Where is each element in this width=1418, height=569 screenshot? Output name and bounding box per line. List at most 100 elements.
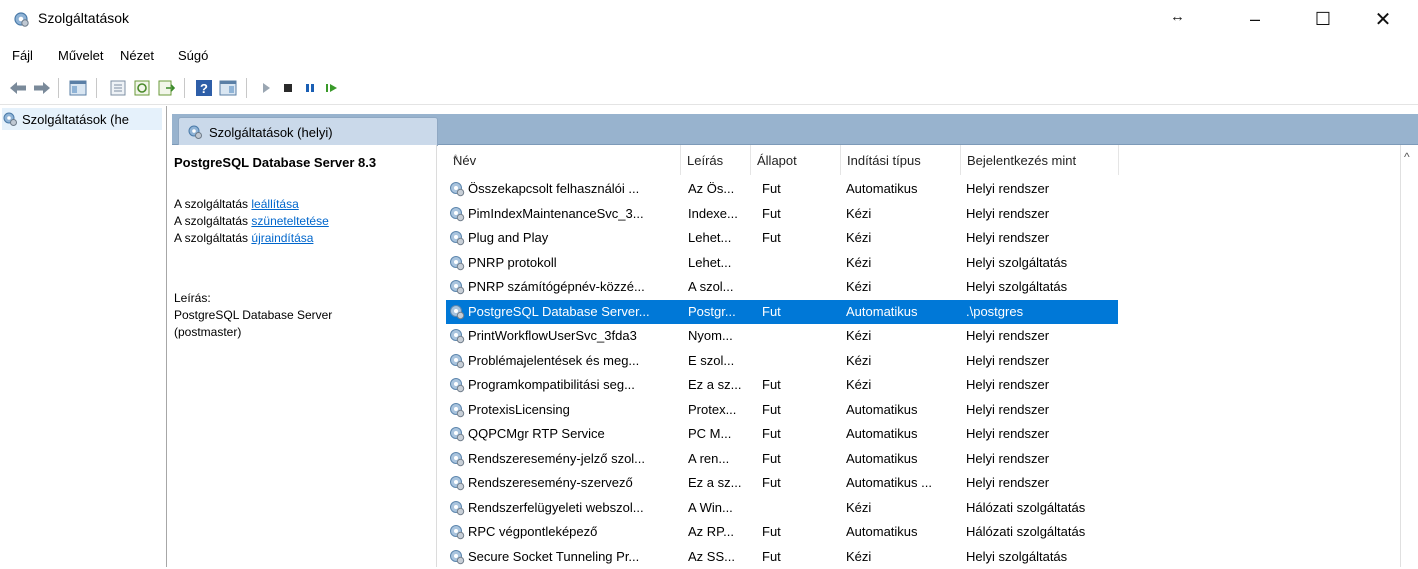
menu-help[interactable]: Súgó xyxy=(178,48,208,63)
properties-icon[interactable] xyxy=(108,78,128,98)
cell-startup: Automatikus xyxy=(846,401,918,417)
service-gear-icon xyxy=(448,327,466,345)
cell-name: ProtexisLicensing xyxy=(468,401,570,417)
table-row[interactable]: PNRP számítógépnév-közzé... A szol... Kézi… xyxy=(446,275,1118,299)
cell-name: RPC végpontleképező xyxy=(468,524,598,539)
service-detail-pane: PostgreSQL Database Server 8.3 A szolgál… xyxy=(172,145,437,567)
column-header-status-label: Állapot xyxy=(757,153,797,168)
restart-service-link[interactable]: újraindítása xyxy=(251,231,313,245)
service-gear-icon xyxy=(448,548,466,566)
restart-service-icon[interactable] xyxy=(322,78,342,98)
table-row[interactable]: PostgreSQL Database Server... Postgr... Fu… xyxy=(446,299,1118,324)
start-service-icon[interactable] xyxy=(256,78,276,98)
cell-startup: Kézi xyxy=(846,205,872,221)
table-row[interactable]: Secure Socket Tunneling Pr... Az SS... Fut… xyxy=(446,545,1118,569)
column-header-name[interactable]: Név ^ xyxy=(446,145,681,175)
table-row[interactable]: Rendszeresemény-szervező Ez a sz... Fut Aut… xyxy=(446,471,1118,495)
service-gear-icon xyxy=(448,205,466,223)
column-header-startup-type-label: Indítási típus xyxy=(847,153,921,168)
cell-desc: Nyom... xyxy=(688,328,733,343)
table-row[interactable]: Programkompatibilitási seg... Ez a sz... F… xyxy=(446,373,1118,397)
cell-startup: Kézi xyxy=(846,499,872,515)
cell-logon: Helyi rendszer xyxy=(966,352,1050,368)
cell-logon: Helyi rendszer xyxy=(966,181,1050,196)
cell-logon: Helyi rendszer xyxy=(966,401,1050,417)
cell-name: PNRP protokoll xyxy=(468,254,557,270)
cell-status: Fut xyxy=(762,524,781,539)
tab-label: Szolgáltatások (helyi) xyxy=(209,124,333,140)
cell-name: PostgreSQL Database Server... xyxy=(468,303,650,319)
cell-logon: Helyi rendszer xyxy=(966,450,1050,466)
refresh-icon[interactable] xyxy=(132,78,152,98)
cell-startup: Kézi xyxy=(846,548,872,564)
table-row[interactable]: Összekapcsolt felhasználói ... Az Ös... Fu… xyxy=(446,177,1118,201)
content-header: Szolgáltatások (helyi) xyxy=(172,114,1418,146)
cell-desc: Lehet... xyxy=(688,230,732,245)
service-gear-icon xyxy=(448,278,466,296)
table-row[interactable]: PNRP protokoll Lehet... Kézi Helyi szolgált… xyxy=(446,251,1118,275)
table-row[interactable]: Rendszerfelügyeleti webszol... A Win... Ké… xyxy=(446,496,1118,520)
maximize-button[interactable]: ☐ xyxy=(1300,0,1346,38)
service-gear-icon xyxy=(448,303,466,321)
column-header-log-on-as[interactable]: Bejelentkezés mint xyxy=(960,145,1119,175)
cell-desc: Indexe... xyxy=(688,205,738,221)
cell-status: Fut xyxy=(762,426,781,441)
cell-status: Fut xyxy=(762,303,781,319)
close-button[interactable]: ✕ xyxy=(1360,0,1406,38)
pause-service-icon[interactable] xyxy=(300,78,320,98)
console-tree: Szolgáltatások (he xyxy=(0,106,167,567)
cell-status: Fut xyxy=(762,475,781,490)
cell-logon: Helyi szolgáltatás xyxy=(966,254,1068,270)
scroll-up-arrow-icon[interactable]: ^ xyxy=(1404,150,1410,164)
table-row[interactable]: Rendszeresemény-jelző szol... A ren... Fut… xyxy=(446,447,1118,471)
tree-item-services-local[interactable]: Szolgáltatások (he xyxy=(2,108,162,130)
stop-service-icon[interactable] xyxy=(278,78,298,98)
table-row[interactable]: PimIndexMaintenanceSvc_3... Indexe... Fut K… xyxy=(446,202,1118,226)
back-arrow-icon[interactable] xyxy=(8,78,28,98)
column-header-startup-type[interactable]: Indítási típus xyxy=(840,145,961,175)
forward-arrow-icon[interactable] xyxy=(32,78,52,98)
cell-name: Rendszeresemény-szervező xyxy=(468,475,633,490)
menu-file[interactable]: Fájl xyxy=(12,48,33,63)
services-gear-icon xyxy=(14,12,29,27)
show-hide-action-pane-icon[interactable] xyxy=(218,78,238,98)
table-row[interactable]: ProtexisLicensing Protex... Fut Automatikus… xyxy=(446,398,1118,422)
service-gear-icon xyxy=(448,425,466,443)
tab-services-local[interactable]: Szolgáltatások (helyi) xyxy=(178,117,438,146)
stop-line: A szolgáltatás leállítása xyxy=(174,197,299,211)
service-gear-icon xyxy=(448,229,466,247)
table-row[interactable]: Problémajelentések és meg... E szol... Kéz… xyxy=(446,349,1118,373)
console-tree-icon[interactable] xyxy=(68,78,88,98)
cell-startup: Automatikus xyxy=(846,426,918,441)
cell-startup: Automatikus ... xyxy=(846,475,932,490)
description-label: Leírás: xyxy=(174,291,211,305)
tree-item-label: Szolgáltatások (he xyxy=(22,111,129,127)
table-row[interactable]: RPC végpontleképező Az RP... Fut Automatiku… xyxy=(446,520,1118,544)
cell-startup: Automatikus xyxy=(846,450,918,466)
service-gear-icon xyxy=(448,352,466,370)
cell-startup: Automatikus xyxy=(846,181,918,196)
table-row[interactable]: Plug and Play Lehet... Fut Kézi Helyi rendsz… xyxy=(446,226,1118,250)
cell-startup: Kézi xyxy=(846,254,872,270)
help-icon[interactable]: ? xyxy=(194,78,214,98)
minimize-button[interactable]: – xyxy=(1232,0,1278,38)
menu-action[interactable]: Művelet xyxy=(58,48,104,63)
cell-desc: A Win... xyxy=(688,499,733,515)
scrollbar-track[interactable] xyxy=(1400,145,1401,567)
menu-view[interactable]: Nézet xyxy=(120,48,154,63)
stop-service-link[interactable]: leállítása xyxy=(251,197,298,211)
resize-icon[interactable]: ↔ xyxy=(1170,8,1185,25)
column-header-status[interactable]: Állapot xyxy=(750,145,841,175)
export-list-icon[interactable] xyxy=(156,78,176,98)
cell-desc: A ren... xyxy=(688,450,730,466)
cell-name: PrintWorkflowUserSvc_3fda3 xyxy=(468,328,637,343)
restart-line: A szolgáltatás újraindítása xyxy=(174,231,313,245)
pause-service-link[interactable]: szüneteltetése xyxy=(251,214,328,228)
column-header-description[interactable]: Leírás xyxy=(680,145,751,175)
service-gear-icon xyxy=(448,180,466,198)
cell-desc: Lehet... xyxy=(688,254,732,270)
cell-status: Fut xyxy=(762,377,781,392)
table-row[interactable]: PrintWorkflowUserSvc_3fda3 Nyom... Kézi Hel… xyxy=(446,324,1118,348)
table-row[interactable]: QQPCMgr RTP Service PC M... Fut Automatikus… xyxy=(446,422,1118,446)
cell-logon: Helyi rendszer xyxy=(966,328,1050,343)
